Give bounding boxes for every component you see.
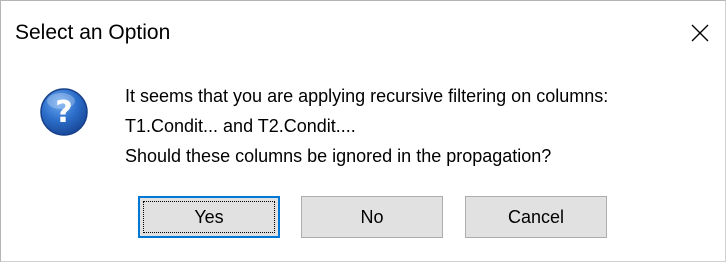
title-bar[interactable]: Select an Option <box>1 1 725 65</box>
message-line: Should these columns be ignored in the p… <box>125 146 552 166</box>
question-icon: ? <box>40 88 88 136</box>
window-title: Select an Option <box>15 21 171 44</box>
message-line: It seems that you are applying recursive… <box>125 86 609 106</box>
message-text: It seems that you are applying recursive… <box>125 81 715 171</box>
no-button-label: No <box>360 206 384 227</box>
cancel-button[interactable]: Cancel <box>465 196 607 238</box>
dialog-window: Select an Option ? It seems that you are… <box>0 0 726 262</box>
question-icon-glyph: ? <box>55 95 72 130</box>
no-button[interactable]: No <box>301 196 443 238</box>
dialog-body: ? It seems that you are applying recursi… <box>1 65 725 261</box>
cancel-button-label: Cancel <box>507 206 565 227</box>
message-line: T1.Condit... and T2.Condit.... <box>125 116 356 136</box>
close-icon <box>691 24 709 42</box>
close-button[interactable] <box>675 11 725 55</box>
yes-button[interactable]: Yes <box>138 196 280 238</box>
yes-button-label: Yes <box>194 206 224 227</box>
